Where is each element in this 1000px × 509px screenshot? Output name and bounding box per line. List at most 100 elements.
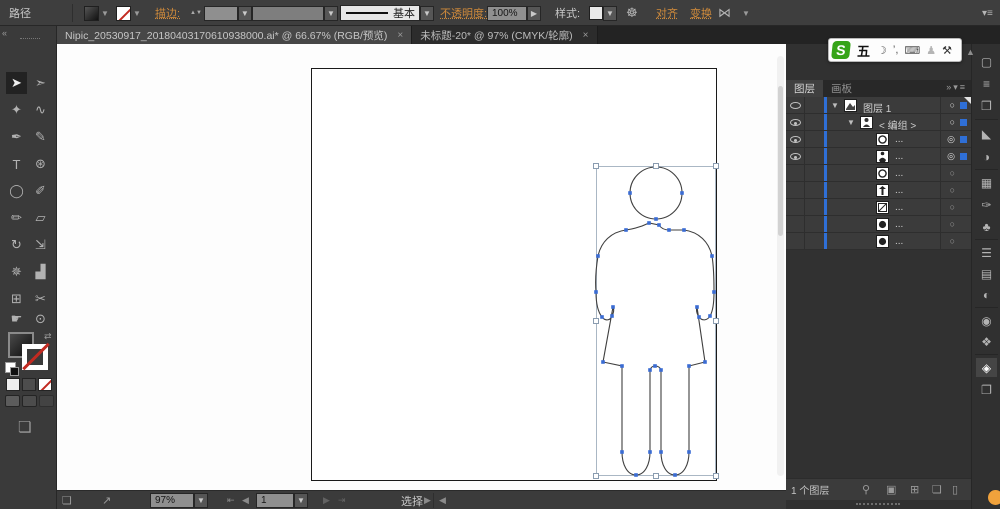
panel-grip[interactable] xyxy=(20,38,40,41)
selection-indicator[interactable] xyxy=(960,153,967,160)
prev-artboard-icon[interactable]: ◀ xyxy=(242,491,249,509)
style-swatch[interactable] xyxy=(589,6,603,20)
path-name[interactable]: ... xyxy=(895,151,903,162)
stroke-weight-stepper[interactable]: ▲▼ xyxy=(190,10,202,16)
pen-tool[interactable]: ✒ xyxy=(6,126,27,148)
expand-icon[interactable]: ▼ xyxy=(847,118,855,127)
locate-object-icon[interactable]: ⚲ xyxy=(862,483,870,496)
vertical-scrollbar[interactable] xyxy=(777,56,784,476)
target-circle[interactable]: ○ xyxy=(950,185,955,195)
zoom-tool[interactable]: ⊙ xyxy=(30,308,51,330)
align-link[interactable]: 对齐 xyxy=(656,0,678,26)
zoom-dropdown[interactable]: ▼ xyxy=(194,493,208,508)
panel-resize-grip[interactable] xyxy=(856,503,900,505)
layers-panel-icon[interactable]: ◈ xyxy=(976,358,997,377)
tab-artboards[interactable]: 画板 xyxy=(823,80,860,97)
shear-icon[interactable]: ⋈ xyxy=(718,0,731,26)
artboard-tool[interactable]: ⊞ xyxy=(6,288,27,310)
first-artboard-icon[interactable]: ⇤ xyxy=(227,491,235,509)
direct-selection-tool[interactable]: ➣ xyxy=(30,72,51,94)
stroke-weight-dropdown[interactable]: ▼ xyxy=(237,5,252,21)
stroke-panel-icon[interactable]: ☰ xyxy=(976,243,997,262)
chevron-right-icon[interactable]: ▶ xyxy=(424,491,431,509)
pathfinder-panel-icon[interactable]: ❒ xyxy=(976,96,997,115)
draw-normal-mode[interactable] xyxy=(5,395,20,407)
layer-row[interactable]: ... ○ xyxy=(786,199,971,216)
new-layer-icon[interactable]: ❏ xyxy=(932,483,942,496)
launch-bridge-icon[interactable]: ❏ xyxy=(62,491,72,509)
layer-row[interactable]: ... ◎ xyxy=(786,131,971,148)
path-name[interactable]: ... xyxy=(895,236,903,247)
target-circle[interactable]: ○ xyxy=(950,202,955,212)
transparency-panel-icon[interactable]: ◐ xyxy=(976,285,997,304)
draw-inside-mode[interactable] xyxy=(39,395,54,407)
stroke-color-swatch[interactable] xyxy=(116,5,131,21)
default-fill-stroke-icon[interactable] xyxy=(5,362,19,376)
layer-row[interactable]: ... ○ xyxy=(786,233,971,250)
rotate-tool[interactable]: ↻ xyxy=(6,234,27,256)
layer-row[interactable]: ... ○ xyxy=(786,216,971,233)
target-circle[interactable]: ○ xyxy=(950,236,955,246)
chevron-down-icon[interactable]: ▼ xyxy=(742,0,750,26)
stroke-weight-input[interactable] xyxy=(203,5,238,21)
curvature-tool[interactable]: ✎ xyxy=(30,126,51,148)
delete-layer-icon[interactable]: ▯ xyxy=(952,483,958,496)
magic-wand-tool[interactable]: ✦ xyxy=(6,99,27,121)
share-icon[interactable]: ↗ xyxy=(102,491,111,509)
document-tab-inactive[interactable]: Nipic_20530917_20180403170610938000.ai* … xyxy=(57,26,413,44)
zoom-level-input[interactable]: 97% xyxy=(150,493,194,508)
ime-collapse-icon[interactable]: ▲ xyxy=(966,47,975,57)
tab-layers[interactable]: 图层 xyxy=(786,80,823,97)
punctuation-icon[interactable]: ’, xyxy=(893,44,899,56)
target-circle[interactable]: ◎ xyxy=(947,151,955,162)
panel-menu-icon[interactable]: ▾≡ xyxy=(982,0,993,26)
collapse-panel-icon[interactable]: « xyxy=(2,28,7,38)
layer-name[interactable]: 图层 1 xyxy=(863,100,891,115)
path-name[interactable]: ... xyxy=(895,168,903,179)
group-name[interactable]: < 编组 > xyxy=(879,117,916,132)
graphic-styles-panel-icon[interactable]: ❖ xyxy=(976,332,997,351)
layer-row[interactable]: ... ○ xyxy=(786,182,971,199)
draw-behind-mode[interactable] xyxy=(22,395,37,407)
target-circle[interactable]: ◎ xyxy=(947,134,955,145)
selection-tool[interactable]: ➤ xyxy=(6,72,27,94)
brush-dropdown[interactable]: ▼ xyxy=(420,5,434,21)
swatches-panel-icon[interactable]: ▦ xyxy=(976,173,997,192)
close-icon[interactable]: × xyxy=(583,30,589,41)
opacity-input[interactable]: 100% xyxy=(487,5,527,21)
ime-mode-label[interactable]: 五 xyxy=(857,41,870,60)
layer-row[interactable]: ... ◎ xyxy=(786,148,971,165)
symbol-sprayer-tool[interactable]: ✵ xyxy=(6,261,27,283)
visibility-toggle[interactable] xyxy=(790,153,801,160)
visibility-toggle[interactable] xyxy=(790,136,801,143)
brushes-panel-icon[interactable]: ✑ xyxy=(976,195,997,214)
align-panel-icon[interactable]: ≡ xyxy=(976,74,997,93)
type-tool[interactable]: T xyxy=(6,153,27,175)
profile-dropdown[interactable]: ▼ xyxy=(324,5,338,21)
layer-row[interactable]: ▼ < 编组 > ○ xyxy=(786,114,971,132)
path-name[interactable]: ... xyxy=(895,185,903,196)
paintbrush-tool[interactable]: ✐ xyxy=(30,180,51,202)
document-setup-icon[interactable]: ☸ xyxy=(626,0,638,26)
column-graph-tool[interactable]: ▟ xyxy=(30,261,51,283)
gradient-panel-icon[interactable]: ▤ xyxy=(976,264,997,283)
color-button[interactable] xyxy=(6,378,20,391)
layer-row[interactable]: ... ○ xyxy=(786,165,971,182)
wrench-icon[interactable]: ⚒ xyxy=(942,44,952,57)
color-panel-icon[interactable]: ◑ xyxy=(976,147,997,166)
chevron-down-icon[interactable]: ▼ xyxy=(133,9,141,18)
gradient-mesh-panel-icon[interactable]: ◣ xyxy=(976,124,997,143)
scale-tool[interactable]: ⇲ xyxy=(30,234,51,256)
swap-fill-stroke-icon[interactable]: ⇄ xyxy=(44,331,52,342)
path-name[interactable]: ... xyxy=(895,202,903,213)
scrollbar-thumb[interactable] xyxy=(778,86,783,236)
symbols-panel-icon[interactable]: ♣ xyxy=(976,217,997,236)
opacity-link[interactable]: 不透明度: xyxy=(440,0,487,26)
artboards-panel-icon[interactable]: ❐ xyxy=(976,380,997,399)
document-tab-active[interactable]: 未标题-20* @ 97% (CMYK/轮廓) × xyxy=(412,26,598,44)
chevron-down-icon[interactable]: ▼ xyxy=(101,9,109,18)
shapes-tool[interactable]: ⊛ xyxy=(30,153,51,175)
slice-tool[interactable]: ✂ xyxy=(30,288,51,310)
path-name[interactable]: ... xyxy=(895,134,903,145)
target-circle[interactable]: ○ xyxy=(950,168,955,178)
